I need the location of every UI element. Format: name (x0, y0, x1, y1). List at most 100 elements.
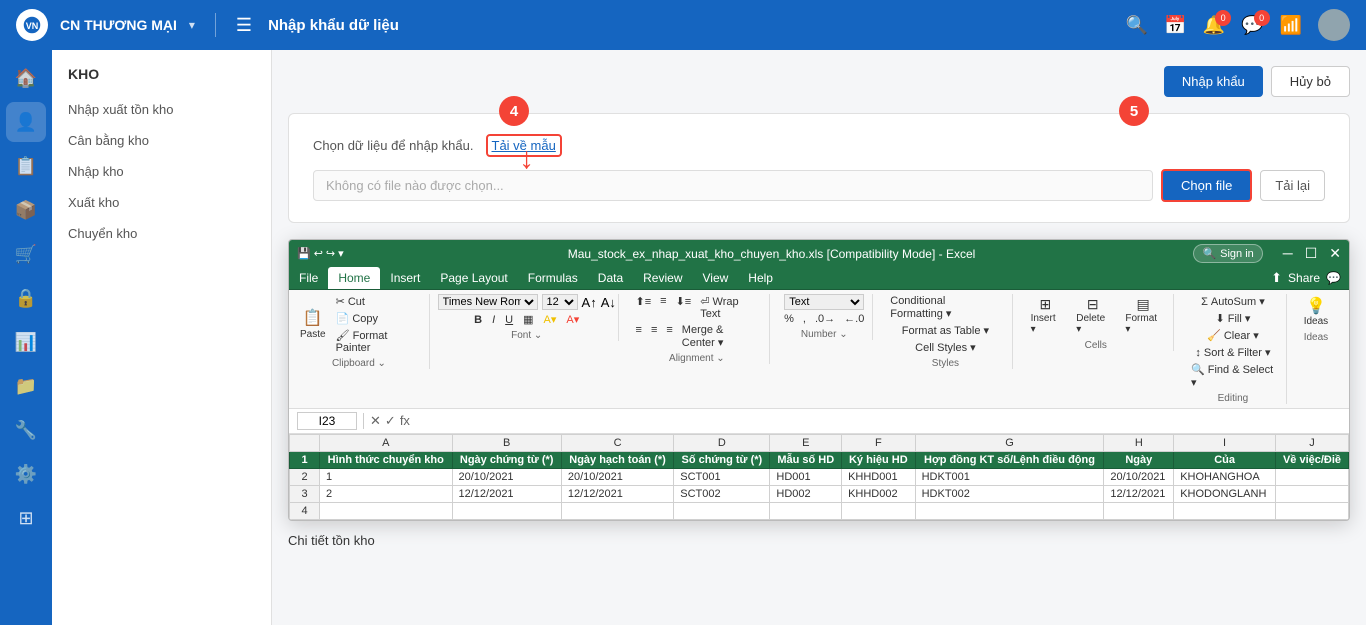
col-header-h[interactable]: H (1104, 435, 1174, 452)
name-box[interactable] (297, 412, 357, 430)
excel-search-area[interactable]: 🔍Sign in (1193, 244, 1262, 263)
align-top-btn[interactable]: ⬆≡ (633, 294, 655, 321)
ideas-btn[interactable]: 💡Ideas (1300, 294, 1332, 329)
sidebar-icon-inventory[interactable]: 📦 (6, 190, 46, 230)
font-increase-btn[interactable]: A↑ (582, 295, 597, 310)
excel-menu-insert[interactable]: Insert (380, 267, 430, 289)
merge-center-btn[interactable]: Merge & Center ▾ (679, 323, 761, 350)
col-header-a[interactable]: A (320, 435, 453, 452)
hamburger-icon[interactable]: ☰ (236, 15, 252, 36)
decimal-increase-btn[interactable]: .0→ (812, 312, 838, 326)
header-cell-c[interactable]: Ngày hạch toán (*) (561, 452, 673, 469)
sidebar-icon-lock[interactable]: 🔒 (6, 278, 46, 318)
font-decrease-btn[interactable]: A↓ (601, 295, 616, 310)
excel-more-icon[interactable]: ▾ (338, 247, 344, 260)
excel-menu-pagelayout[interactable]: Page Layout (430, 267, 517, 289)
user-avatar[interactable] (1318, 9, 1350, 41)
decimal-decrease-btn[interactable]: ←.0 (841, 312, 867, 326)
header-cell-e[interactable]: Mẫu số HD (770, 452, 842, 469)
formula-confirm-btn[interactable]: ✓ (385, 413, 396, 429)
sidebar-icon-users[interactable]: 👤 (6, 102, 46, 142)
col-header-b[interactable]: B (452, 435, 561, 452)
excel-undo-icon[interactable]: ↩ (314, 247, 323, 260)
left-panel-item-chuyen-kho[interactable]: Chuyển kho (52, 218, 271, 249)
cell-3c[interactable]: 12/12/2021 (561, 486, 673, 503)
cell-3e[interactable]: HD002 (770, 486, 842, 503)
comma-btn[interactable]: , (800, 312, 809, 326)
cell-3a[interactable]: 2 (320, 486, 453, 503)
col-header-d[interactable]: D (674, 435, 770, 452)
format-btn[interactable]: ▤Format ▾ (1121, 294, 1165, 337)
excel-comment-icon[interactable]: 💬 (1326, 271, 1341, 285)
ribbon-copy-btn[interactable]: 📄 Copy (333, 311, 421, 326)
cell-2c[interactable]: 20/10/2021 (561, 469, 673, 486)
align-middle-btn[interactable]: ≡ (657, 294, 669, 321)
cell-2h[interactable]: 20/10/2021 (1104, 469, 1174, 486)
sidebar-icon-chart[interactable]: 📊 (6, 322, 46, 362)
header-cell-a[interactable]: Hình thức chuyển kho (320, 452, 453, 469)
italic-btn[interactable]: I (489, 313, 498, 327)
cell-3b[interactable]: 12/12/2021 (452, 486, 561, 503)
cell-2e[interactable]: HD001 (770, 469, 842, 486)
col-header-e[interactable]: E (770, 435, 842, 452)
sidebar-icon-docs[interactable]: 📋 (6, 146, 46, 186)
cell-3f[interactable]: KHHD002 (842, 486, 916, 503)
excel-close-btn[interactable]: ✕ (1329, 245, 1341, 262)
excel-menu-formulas[interactable]: Formulas (518, 267, 588, 289)
header-cell-h[interactable]: Ngày (1104, 452, 1174, 469)
sidebar-icon-tools[interactable]: 🔧 (6, 410, 46, 450)
underline-btn[interactable]: U (502, 313, 516, 327)
cell-2g[interactable]: HDKT001 (915, 469, 1104, 486)
left-panel-item-can-bang[interactable]: Cân bằng kho (52, 125, 271, 156)
bold-btn[interactable]: B (471, 313, 485, 327)
excel-save-icon[interactable]: 💾 (297, 247, 311, 260)
message-icon[interactable]: 💬0 (1241, 15, 1263, 36)
header-cell-j[interactable]: Về việc/Điề (1275, 452, 1348, 469)
cell-styles-btn[interactable]: Cell Styles ▾ (912, 340, 979, 355)
font-family-select[interactable]: Times New Roma (438, 294, 538, 310)
font-size-select[interactable]: 12 (542, 294, 578, 310)
left-panel-item-nhap-kho[interactable]: Nhập kho (52, 156, 271, 187)
import-button[interactable]: Nhập khẩu (1164, 66, 1263, 97)
excel-share-label[interactable]: Share (1288, 271, 1320, 285)
cell-2i[interactable]: KHOHANGHOA (1174, 469, 1276, 486)
cell-4j[interactable] (1275, 503, 1348, 520)
excel-menu-review[interactable]: Review (633, 267, 692, 289)
cell-4a[interactable] (320, 503, 453, 520)
excel-menu-file[interactable]: File (289, 267, 328, 289)
sidebar-icon-folder[interactable]: 📁 (6, 366, 46, 406)
cell-4c[interactable] (561, 503, 673, 520)
cell-4e[interactable] (770, 503, 842, 520)
number-format-select[interactable]: Text (784, 294, 864, 310)
align-bottom-btn[interactable]: ⬇≡ (673, 294, 695, 321)
ribbon-format-painter-btn[interactable]: 🖌 Format Painter (333, 328, 421, 355)
cell-2f[interactable]: KHHD001 (842, 469, 916, 486)
sort-filter-btn[interactable]: ↕ Sort & Filter ▾ (1192, 345, 1273, 360)
excel-menu-view[interactable]: View (693, 267, 739, 289)
clear-btn[interactable]: 🧹 Clear ▾ (1204, 328, 1262, 343)
sidebar-icon-cart[interactable]: 🛒 (6, 234, 46, 274)
cell-2a[interactable]: 1 (320, 469, 453, 486)
excel-menu-data[interactable]: Data (588, 267, 633, 289)
cell-4i[interactable] (1174, 503, 1276, 520)
col-header-f[interactable]: F (842, 435, 916, 452)
cell-4g[interactable] (915, 503, 1104, 520)
cell-2d[interactable]: SCT001 (674, 469, 770, 486)
cell-3h[interactable]: 12/12/2021 (1104, 486, 1174, 503)
conditional-formatting-btn[interactable]: Conditional Formatting ▾ (887, 294, 1003, 321)
col-header-i[interactable]: I (1174, 435, 1276, 452)
col-header-g[interactable]: G (915, 435, 1104, 452)
notification-icon[interactable]: 🔔0 (1203, 15, 1225, 36)
sidebar-icon-settings[interactable]: ⚙️ (6, 454, 46, 494)
choose-file-button[interactable]: Chọn file (1161, 169, 1252, 202)
autosum-btn[interactable]: Σ AutoSum ▾ (1198, 294, 1268, 309)
wrap-text-btn[interactable]: ⏎ Wrap Text (697, 294, 761, 321)
excel-redo-icon[interactable]: ↪ (326, 247, 335, 260)
excel-signin[interactable]: Sign in (1220, 248, 1254, 260)
excel-minimize-btn[interactable]: ─ (1283, 245, 1293, 262)
cell-3g[interactable]: HDKT002 (915, 486, 1104, 503)
insert-btn[interactable]: ⊞Insert ▾ (1027, 294, 1065, 337)
reload-button[interactable]: Tải lại (1260, 170, 1325, 201)
cell-3i[interactable]: KHODONGLANH (1174, 486, 1276, 503)
header-cell-i[interactable]: Của (1174, 452, 1276, 469)
